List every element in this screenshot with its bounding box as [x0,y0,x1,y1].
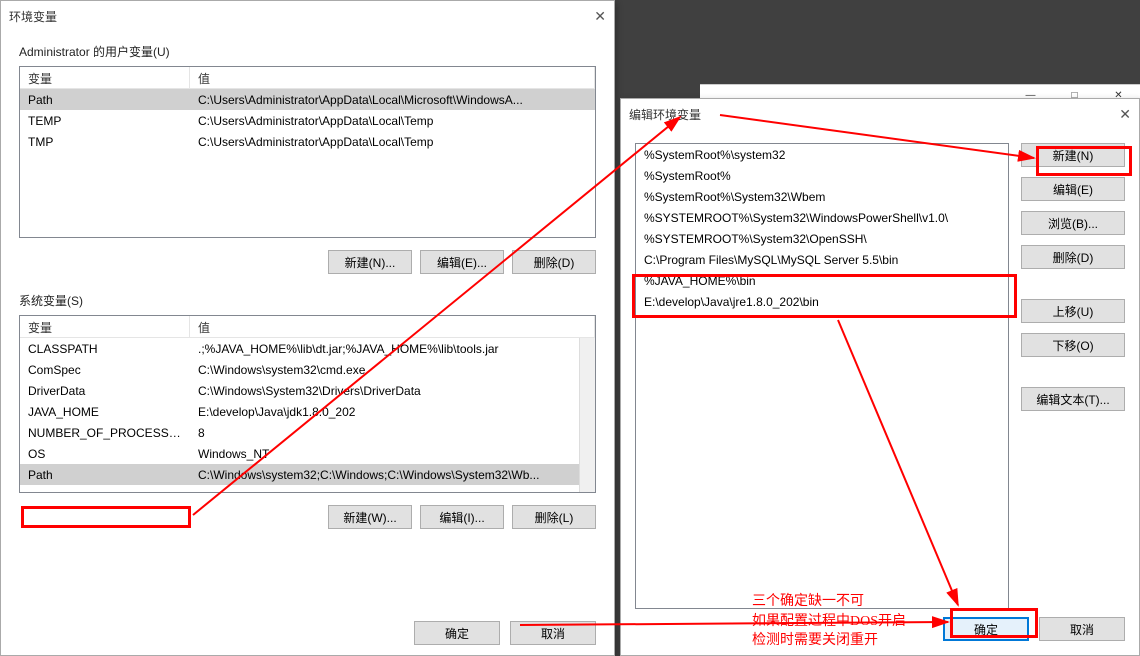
list-item[interactable]: %JAVA_HOME%\bin [636,270,1008,291]
move-down-button[interactable]: 下移(O) [1021,333,1125,357]
env-vars-dialog: 环境变量 ✕ Administrator 的用户变量(U) 变量 值 PathC… [0,0,615,656]
titlebar[interactable]: 编辑环境变量 ✕ [621,99,1139,129]
list-item[interactable]: C:\Program Files\MySQL\MySQL Server 5.5\… [636,249,1008,270]
list-item[interactable]: %SystemRoot%\system32 [636,144,1008,165]
table-row[interactable]: CLASSPATH.;%JAVA_HOME%\lib\dt.jar;%JAVA_… [20,338,595,359]
list-item[interactable]: %SYSTEMROOT%\System32\WindowsPowerShell\… [636,207,1008,228]
table-row[interactable]: OSWindows_NT [20,443,595,464]
sys-delete-button[interactable]: 删除(L) [512,505,596,529]
table-row[interactable]: JAVA_HOMEE:\develop\Java\jdk1.8.0_202 [20,401,595,422]
user-delete-button[interactable]: 删除(D) [512,250,596,274]
path-values-list[interactable]: %SystemRoot%\system32%SystemRoot%%System… [635,143,1009,609]
table-row[interactable]: PathC:\Windows\system32;C:\Windows;C:\Wi… [20,464,595,485]
user-edit-button[interactable]: 编辑(E)... [420,250,504,274]
close-icon[interactable]: ✕ [594,8,606,25]
list-item[interactable]: %SystemRoot%\System32\Wbem [636,186,1008,207]
table-row[interactable]: ComSpecC:\Windows\system32\cmd.exe [20,359,595,380]
scrollbar[interactable] [579,338,595,492]
list-header: 变量 值 [20,67,595,89]
sys-vars-label: 系统变量(S) [1,280,614,315]
user-new-button[interactable]: 新建(N)... [328,250,412,274]
edit-button[interactable]: 编辑(E) [1021,177,1125,201]
list-header: 变量 值 [20,316,595,338]
move-up-button[interactable]: 上移(U) [1021,299,1125,323]
cancel-button[interactable]: 取消 [510,621,596,645]
new-button[interactable]: 新建(N) [1021,143,1125,167]
sys-edit-button[interactable]: 编辑(I)... [420,505,504,529]
list-item[interactable]: %SYSTEMROOT%\System32\OpenSSH\ [636,228,1008,249]
col-value[interactable]: 值 [190,316,595,337]
sys-vars-list[interactable]: 变量 值 CLASSPATH.;%JAVA_HOME%\lib\dt.jar;%… [19,315,596,493]
table-row[interactable]: PathC:\Users\Administrator\AppData\Local… [20,89,595,110]
ok-button[interactable]: 确定 [414,621,500,645]
user-vars-list[interactable]: 变量 值 PathC:\Users\Administrator\AppData\… [19,66,596,238]
dialog-title: 编辑环境变量 [629,106,701,123]
table-row[interactable]: TMPC:\Users\Administrator\AppData\Local\… [20,131,595,152]
ok-button[interactable]: 确定 [943,617,1029,641]
titlebar[interactable]: 环境变量 ✕ [1,1,614,31]
sys-new-button[interactable]: 新建(W)... [328,505,412,529]
dialog-title: 环境变量 [9,8,57,25]
browse-button[interactable]: 浏览(B)... [1021,211,1125,235]
col-variable[interactable]: 变量 [20,316,190,337]
table-row[interactable]: DriverDataC:\Windows\System32\Drivers\Dr… [20,380,595,401]
col-variable[interactable]: 变量 [20,67,190,88]
edit-text-button[interactable]: 编辑文本(T)... [1021,387,1125,411]
table-row[interactable]: TEMPC:\Users\Administrator\AppData\Local… [20,110,595,131]
table-row[interactable]: NUMBER_OF_PROCESSORS8 [20,422,595,443]
edit-env-var-dialog: 编辑环境变量 ✕ %SystemRoot%\system32%SystemRoo… [620,98,1140,656]
cancel-button[interactable]: 取消 [1039,617,1125,641]
delete-button[interactable]: 删除(D) [1021,245,1125,269]
col-value[interactable]: 值 [190,67,595,88]
list-item[interactable]: E:\develop\Java\jre1.8.0_202\bin [636,291,1008,312]
close-icon[interactable]: ✕ [1119,106,1131,123]
user-vars-label: Administrator 的用户变量(U) [1,31,614,66]
list-item[interactable]: %SystemRoot% [636,165,1008,186]
